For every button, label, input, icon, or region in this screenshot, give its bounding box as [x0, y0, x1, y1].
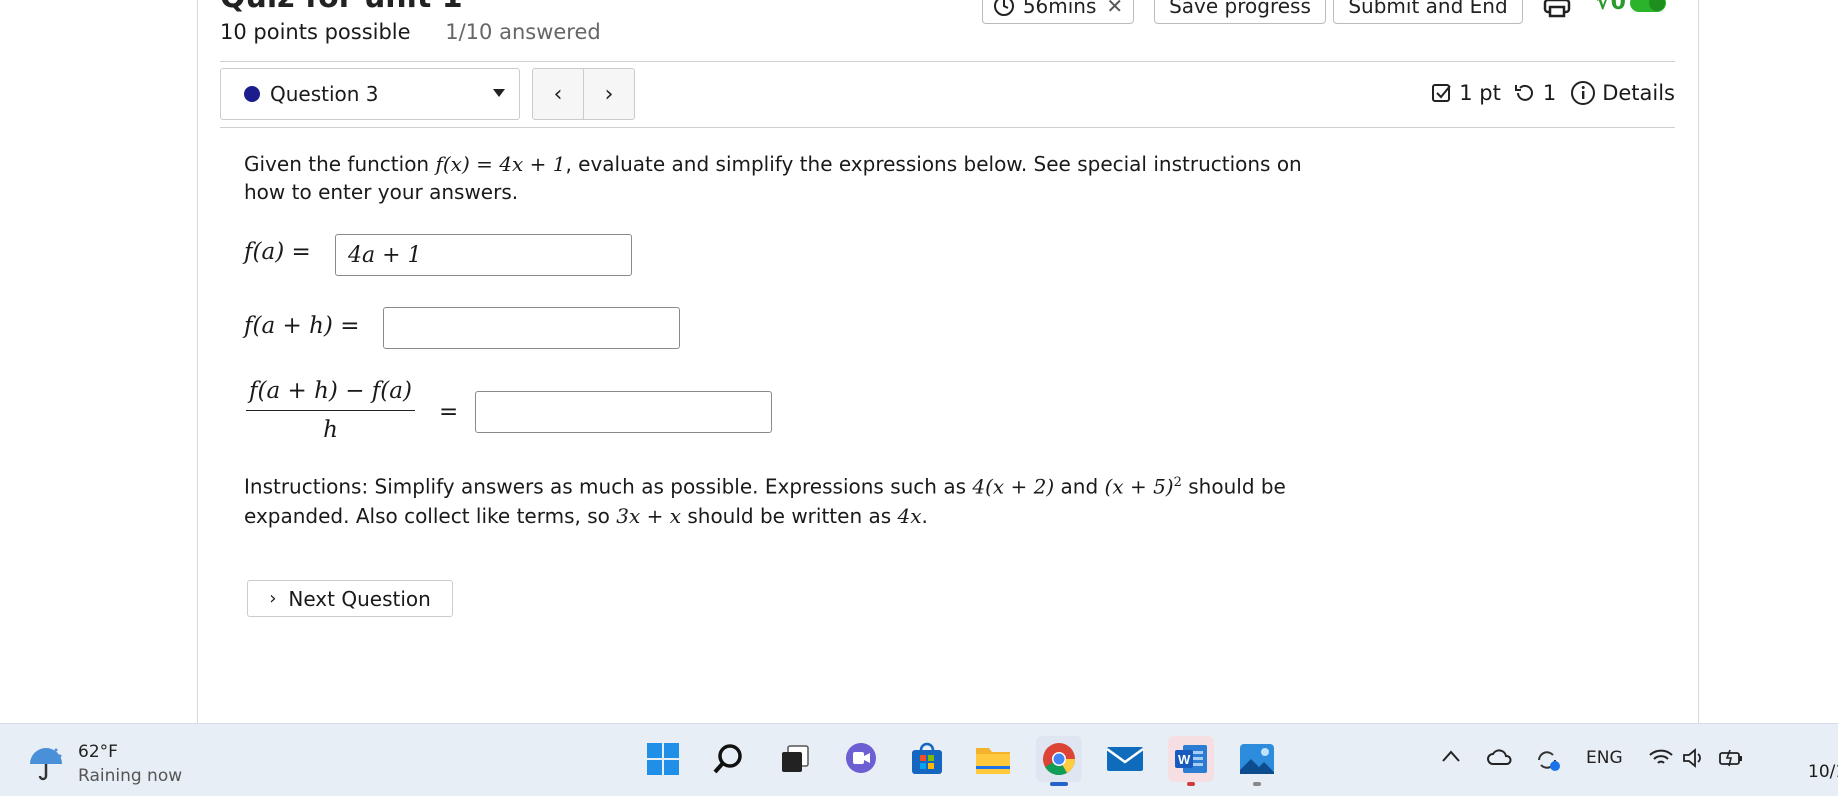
store-icon[interactable]	[904, 736, 950, 782]
points-possible: 10 points possible	[220, 20, 411, 44]
toggle-switch[interactable]	[1629, 0, 1666, 12]
save-progress-button[interactable]: Save progress	[1154, 0, 1326, 24]
timer-button[interactable]: 56mins ✕	[982, 0, 1134, 24]
info-icon[interactable]	[1570, 80, 1596, 106]
next-question-label: Next Question	[288, 586, 431, 611]
timer-label: 56mins	[1022, 0, 1097, 18]
chrome-icon[interactable]	[1036, 736, 1082, 786]
language-indicator[interactable]: ENG	[1586, 748, 1623, 768]
divider	[220, 127, 1675, 128]
retry-icon	[1514, 84, 1533, 101]
battery-icon[interactable]	[1718, 748, 1744, 773]
clock-time: 8:26 PM	[1766, 735, 1838, 760]
question-text: Given the function f(x) = 4x + 1, evalua…	[244, 150, 1304, 206]
file-explorer-icon[interactable]	[970, 736, 1016, 782]
instructions-math: 3x + x	[616, 503, 681, 528]
chevron-right-icon: ›	[604, 81, 614, 107]
question-selector-label: Question 3	[270, 82, 379, 106]
difference-quotient-fraction: f(a + h) − f(a) h	[246, 378, 415, 443]
question-nav-buttons: ‹ ›	[532, 68, 635, 120]
system-clock[interactable]: 8:26 PM 10/17/2023	[1766, 735, 1838, 785]
divider	[220, 61, 1675, 62]
question-status-dot	[244, 86, 260, 102]
printer-icon[interactable]	[1542, 0, 1572, 18]
answer-input-f-of-a[interactable]: 4a + 1	[335, 234, 632, 276]
chevron-left-icon: ‹	[553, 81, 563, 107]
question-intro-start: Given the function	[244, 152, 436, 176]
details-link[interactable]: Details	[1602, 81, 1675, 105]
instructions-exponent: 2	[1173, 475, 1182, 490]
onedrive-icon[interactable]	[1487, 748, 1513, 771]
photos-icon[interactable]	[1234, 736, 1280, 786]
left-margin	[0, 0, 198, 723]
points-value: 1 pt	[1459, 81, 1501, 105]
search-icon[interactable]	[706, 736, 752, 782]
toggle-label: √0	[1596, 0, 1626, 15]
submit-and-end-button[interactable]: Submit and End	[1333, 0, 1523, 24]
instructions-part: and	[1054, 474, 1105, 499]
instructions-text: Instructions: Simplify answers as much a…	[244, 468, 1304, 531]
start-icon[interactable]	[640, 736, 686, 782]
quiz-title: Quiz for unit 1	[220, 0, 463, 15]
question-meta: 1 pt 1 Details	[1431, 80, 1675, 106]
answered-count: 1/10 answered	[445, 20, 601, 44]
previous-question-button[interactable]: ‹	[533, 69, 584, 119]
mail-icon[interactable]	[1102, 736, 1148, 782]
windows-taskbar: 62°F Raining now W ENG 10/	[0, 723, 1838, 796]
fraction-equals: =	[439, 399, 459, 425]
clock-date: 10/17/2023	[1808, 762, 1838, 782]
clock-icon	[993, 0, 1014, 16]
fraction-denominator: h	[323, 417, 338, 443]
caret-down-icon	[493, 89, 505, 97]
label-f-of-a: f(a) =	[244, 239, 311, 265]
function-definition: f(x) = 4x + 1	[435, 152, 566, 176]
weather-status: Raining now	[78, 766, 183, 786]
fraction-numerator: f(a + h) − f(a)	[246, 378, 415, 411]
chevron-right-icon: ›	[269, 588, 277, 609]
next-question-button[interactable]: › Next Question	[247, 580, 453, 617]
math-display-toggle[interactable]: √0	[1596, 0, 1666, 15]
instructions-math: 4(x + 2)	[972, 474, 1055, 499]
sync-icon[interactable]	[1535, 748, 1561, 777]
next-question-arrow-button[interactable]: ›	[584, 69, 634, 119]
instructions-math: (x + 5)	[1104, 474, 1174, 499]
checkbox-icon	[1432, 84, 1451, 102]
weather-widget[interactable]: 62°F Raining now	[26, 740, 182, 788]
label-f-of-a-plus-h: f(a + h) =	[244, 313, 360, 339]
answer-input-difference-quotient[interactable]	[475, 391, 772, 433]
temperature: 62°F	[78, 742, 118, 762]
instructions-part: Instructions: Simplify answers as much a…	[244, 474, 973, 499]
quiz-meta: 10 points possible 1/10 answered	[220, 20, 601, 44]
instructions-part: should be written as	[680, 503, 898, 528]
open-indicator	[1253, 782, 1261, 786]
question-selector[interactable]: Question 3	[220, 68, 520, 120]
instructions-part: .	[921, 503, 928, 528]
task-view-icon[interactable]	[772, 736, 818, 782]
volume-icon[interactable]	[1682, 748, 1706, 773]
active-indicator	[1187, 782, 1195, 786]
chevron-up-icon[interactable]	[1441, 748, 1461, 769]
rain-umbrella-icon	[30, 748, 62, 781]
active-indicator	[1050, 782, 1068, 786]
wifi-icon[interactable]	[1648, 748, 1674, 773]
answer-input-f-of-a-plus-h[interactable]	[383, 307, 680, 349]
instructions-math: 4x	[897, 503, 922, 528]
close-icon[interactable]: ✕	[1106, 0, 1123, 18]
right-margin	[1698, 0, 1838, 723]
attempts-value: 1	[1542, 81, 1557, 105]
svg-text:W: W	[1178, 752, 1191, 767]
chat-icon[interactable]	[838, 736, 884, 782]
word-icon[interactable]: W	[1168, 736, 1214, 786]
